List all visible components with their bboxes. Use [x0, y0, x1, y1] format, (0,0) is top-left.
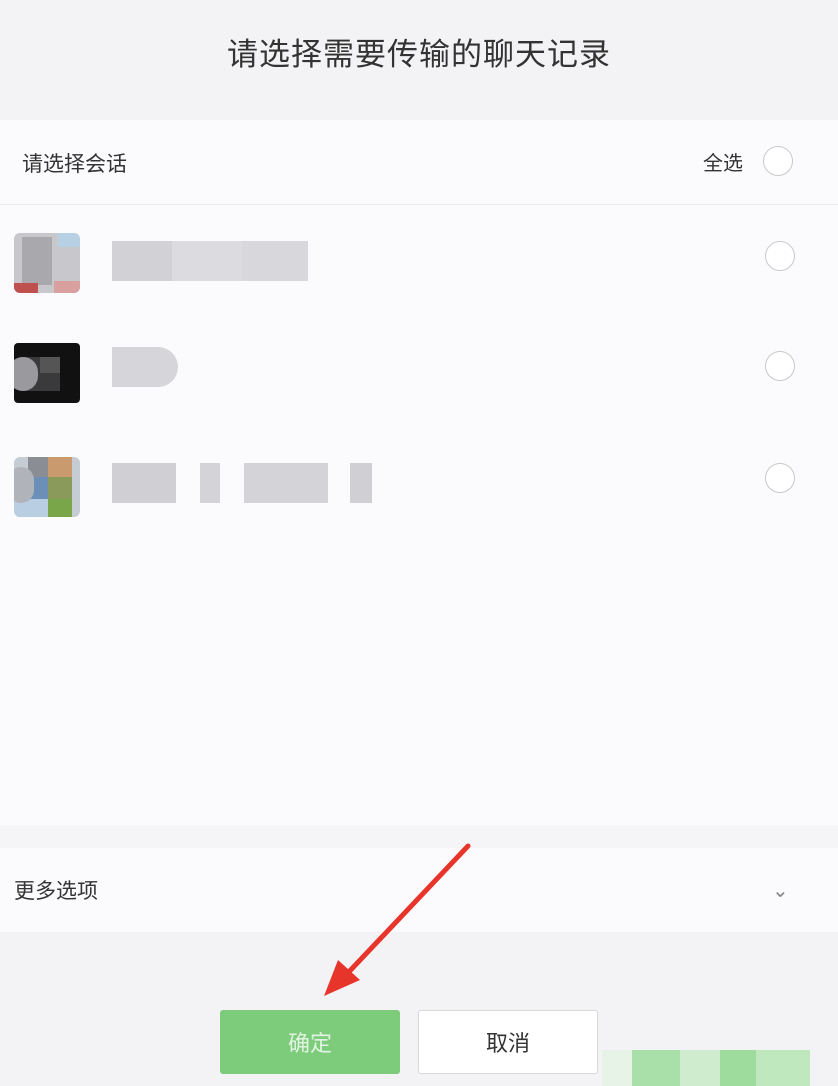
select-all-radio[interactable] — [763, 146, 793, 176]
more-options-label: 更多选项 — [14, 879, 98, 903]
conversation-radio[interactable] — [765, 241, 795, 271]
select-all-label[interactable]: 全选 — [703, 147, 743, 176]
chevron-down-icon[interactable]: ⌄ — [772, 878, 789, 902]
conversation-item[interactable] — [0, 439, 838, 529]
conversation-name — [112, 463, 372, 503]
more-options-row[interactable]: 更多选项 ⌄ — [0, 848, 838, 932]
confirm-button[interactable]: 确定 — [220, 1010, 400, 1074]
conversation-name — [112, 347, 178, 387]
avatar — [14, 457, 80, 517]
conversation-radio[interactable] — [765, 463, 795, 493]
conversation-item[interactable] — [0, 215, 838, 305]
conversation-radio[interactable] — [765, 351, 795, 381]
watermark-block — [756, 1050, 810, 1086]
watermark-block — [680, 1050, 720, 1086]
conversation-name — [112, 241, 308, 281]
conversations-label: 请选择会话 — [22, 152, 127, 176]
conversation-list — [0, 205, 838, 825]
avatar — [14, 233, 80, 293]
watermark-block — [602, 1050, 632, 1086]
avatar — [14, 343, 80, 403]
watermark-block — [632, 1050, 680, 1086]
watermark-block — [720, 1050, 756, 1086]
dialog-header: 请选择需要传输的聊天记录 — [0, 0, 838, 120]
dialog-title: 请选择需要传输的聊天记录 — [227, 36, 611, 73]
conversation-item[interactable] — [0, 327, 838, 417]
conversations-header: 请选择会话 全选 — [0, 120, 838, 205]
cancel-button[interactable]: 取消 — [418, 1010, 598, 1074]
